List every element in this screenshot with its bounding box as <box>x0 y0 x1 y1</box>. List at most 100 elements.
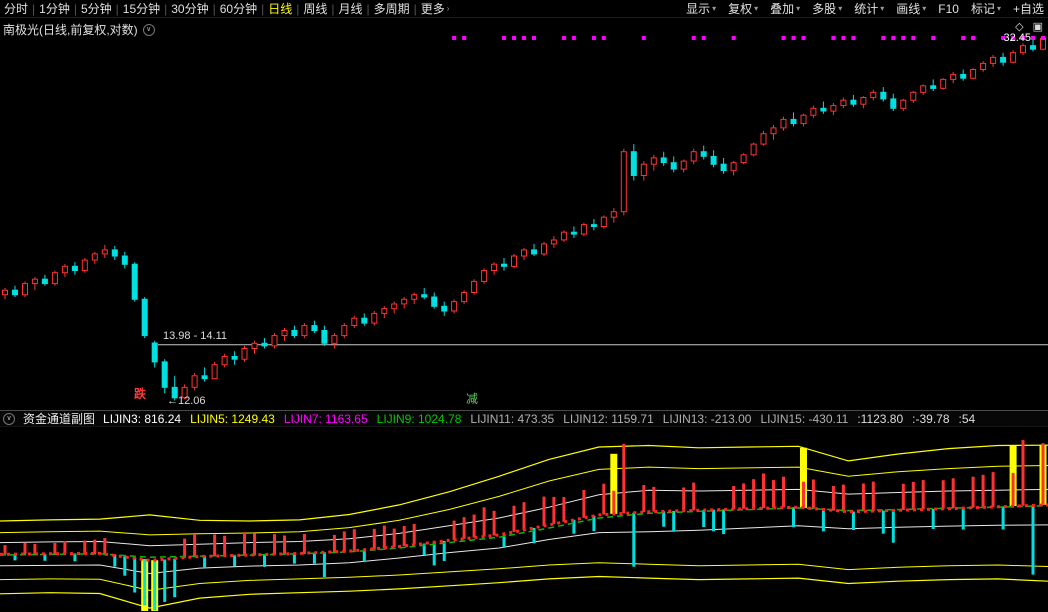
indicator-sub-chart[interactable] <box>0 427 1048 612</box>
candle-body <box>881 92 886 99</box>
indicator-title[interactable]: 资金通道副图 <box>23 410 95 427</box>
money-bar <box>313 553 316 564</box>
tool-item-3[interactable]: 叠加▾ <box>770 0 800 17</box>
event-mark <box>732 36 736 40</box>
tools-menu: 显示▾ 复权▾ 叠加▾ 多股▾ 统计▾ 画线▾ F10 标记▾ +自选 <box>674 0 1044 17</box>
chevron-down-icon[interactable]: ∨ <box>143 24 155 36</box>
candle-body <box>721 164 726 170</box>
candle-body <box>13 290 18 295</box>
tool-item-4[interactable]: 多股▾ <box>812 0 842 17</box>
period-item-10[interactable]: 多周期 <box>374 0 410 17</box>
money-bar <box>1032 505 1035 574</box>
collapse-panel-icon[interactable]: ∨ <box>3 413 15 425</box>
candle-body <box>382 309 387 314</box>
candle-body <box>32 279 37 283</box>
candle-body <box>532 250 537 254</box>
period-item-9[interactable]: 月线 <box>339 0 363 17</box>
money-bar <box>463 517 466 539</box>
indicator-header: ∨ 资金通道副图 LIJIN3: 816.24LIJIN5: 1249.43LI… <box>0 410 1048 427</box>
tool-item-5[interactable]: 统计▾ <box>854 0 884 17</box>
money-bar <box>922 480 925 509</box>
indicator-value-7: LIJIN13: -213.00 <box>663 412 752 426</box>
event-mark <box>961 36 965 40</box>
indicator-value-10: :-39.78 <box>912 412 949 426</box>
event-mark <box>602 36 606 40</box>
indicator-value-6: LIJIN12: 1159.71 <box>563 412 654 426</box>
candle-body <box>821 108 826 111</box>
money-bar <box>822 510 825 532</box>
candle-body <box>861 98 866 105</box>
money-bar <box>952 478 955 508</box>
event-mark <box>702 36 706 40</box>
money-bar <box>872 482 875 511</box>
candle-body <box>362 318 367 323</box>
candle-body <box>951 74 956 79</box>
money-bar <box>672 511 675 531</box>
money-bar <box>263 555 266 567</box>
candle-body <box>781 119 786 128</box>
event-mark <box>562 36 566 40</box>
period-item-11[interactable]: 更多› <box>421 0 450 17</box>
candle-body <box>921 86 926 93</box>
money-bar <box>223 536 226 556</box>
reduce-mark-label: 减 <box>466 390 478 407</box>
period-item-3[interactable]: 5分钟 <box>81 0 112 17</box>
candle-body <box>701 152 706 157</box>
money-bar <box>273 534 276 554</box>
period-item-4[interactable]: 15分钟 <box>123 0 160 17</box>
tool-item-9[interactable]: +自选 <box>1013 0 1044 17</box>
candle-body <box>841 100 846 105</box>
money-bar <box>652 487 655 512</box>
money-bar <box>193 534 196 557</box>
candle-body <box>811 108 816 115</box>
main-candlestick-chart[interactable]: 南极光(日线,前复权,对数) ∨ ◇ ▣ 32.45 13.98 - 14.11… <box>0 18 1048 410</box>
money-bar <box>892 510 895 542</box>
period-item-1[interactable]: 分时 <box>4 0 28 17</box>
money-bar <box>143 559 146 605</box>
money-bar <box>63 541 66 553</box>
tool-item-1[interactable]: 显示▾ <box>686 0 716 17</box>
candle-body <box>272 336 277 346</box>
money-bar <box>353 529 356 551</box>
toolbar-separator: | <box>213 2 216 16</box>
candle-body <box>322 331 327 344</box>
period-item-2[interactable]: 1分钟 <box>39 0 70 17</box>
indicator-value-1: LIJIN3: 816.24 <box>103 412 181 426</box>
candle-body <box>961 74 966 78</box>
candle-body <box>372 313 377 323</box>
tool-item-2[interactable]: 复权▾ <box>728 0 758 17</box>
money-bar <box>473 515 476 538</box>
tool-item-6[interactable]: 画线▾ <box>896 0 926 17</box>
money-bar <box>213 535 216 557</box>
period-item-6[interactable]: 60分钟 <box>220 0 257 17</box>
period-item-7[interactable]: 日线 <box>268 0 292 17</box>
money-bar <box>712 510 715 532</box>
money-bar <box>832 486 835 511</box>
event-mark <box>1041 36 1045 40</box>
period-item-8[interactable]: 周线 <box>303 0 327 17</box>
money-bar <box>552 497 555 524</box>
candle-body <box>831 106 836 112</box>
money-bar <box>24 543 27 555</box>
indicator-chart-canvas[interactable] <box>0 427 1048 612</box>
candle-body <box>422 295 427 297</box>
candle-body <box>601 217 606 226</box>
money-bar <box>343 531 346 551</box>
tool-item-8[interactable]: 标记▾ <box>971 0 1001 17</box>
money-bar <box>133 558 136 593</box>
money-bar <box>333 535 336 552</box>
candle-body <box>82 260 87 271</box>
event-mark <box>792 36 796 40</box>
candle-body <box>302 326 307 336</box>
money-bar <box>732 486 735 509</box>
panel-icon[interactable]: ▣ <box>1033 20 1043 33</box>
caret-down-icon: ▾ <box>922 4 926 13</box>
money-bar <box>972 477 975 508</box>
money-bar <box>722 509 725 534</box>
period-item-5[interactable]: 30分钟 <box>171 0 208 17</box>
candle-body <box>252 343 257 348</box>
candle-body <box>731 163 736 171</box>
money-bar <box>942 480 945 509</box>
tool-item-7[interactable]: F10 <box>938 2 959 16</box>
main-chart-canvas[interactable] <box>0 18 1048 410</box>
